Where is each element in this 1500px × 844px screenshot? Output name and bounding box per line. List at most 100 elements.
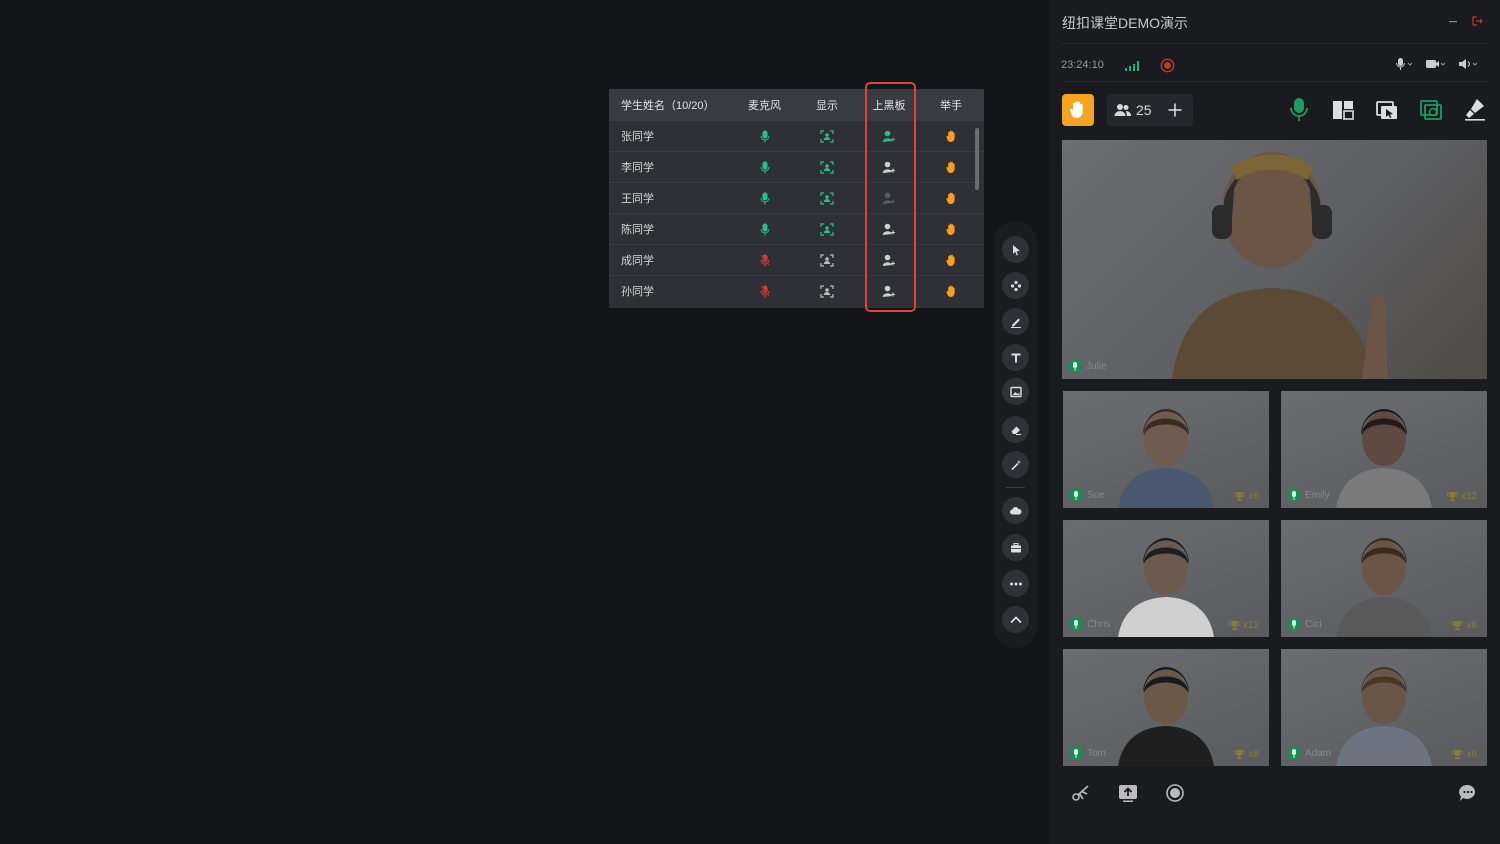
table-scrollbar[interactable] <box>975 128 979 190</box>
student-hand-indicator[interactable] <box>935 285 967 298</box>
student-mic-toggle[interactable] <box>718 130 811 143</box>
toolbox-tool[interactable] <box>1002 534 1029 561</box>
student-board-toggle[interactable] <box>843 192 935 205</box>
exit-button[interactable] <box>1471 15 1483 27</box>
student-display-toggle[interactable] <box>811 222 843 236</box>
trophy-value: x12 <box>1460 491 1477 502</box>
image-tool[interactable] <box>1002 378 1029 405</box>
student-row: 张同学 <box>609 120 984 151</box>
scissors-button[interactable] <box>1071 783 1091 808</box>
layout-icon <box>1333 101 1354 120</box>
trophy-value: x6 <box>1466 749 1477 760</box>
mute-all-button[interactable] <box>1288 97 1310 123</box>
move-tool[interactable] <box>1002 272 1029 299</box>
chat-button[interactable] <box>1458 783 1478 808</box>
student-board-toggle[interactable] <box>843 254 935 267</box>
student-label: Emily <box>1287 488 1329 502</box>
student-board-toggle[interactable] <box>843 285 935 298</box>
minimize-button[interactable] <box>1448 16 1458 26</box>
users-icon <box>1114 104 1132 116</box>
raised-hand-icon <box>945 192 955 204</box>
student-board-toggle[interactable] <box>843 223 935 236</box>
display-on-icon <box>820 191 834 205</box>
trophy-icon <box>1234 492 1246 501</box>
cursor-icon <box>1012 244 1020 255</box>
student-video[interactable]: Sue x6 <box>1063 391 1269 508</box>
student-row: 成同学 <box>609 244 984 275</box>
raise-hand-button[interactable] <box>1062 94 1094 126</box>
screen-control-button[interactable] <box>1375 98 1399 122</box>
layout-button[interactable] <box>1331 98 1355 122</box>
display-on-icon <box>820 160 834 174</box>
teacher-video[interactable]: Julie <box>1062 140 1487 379</box>
trophy-icon <box>1228 621 1240 630</box>
student-hand-indicator[interactable] <box>935 254 967 267</box>
screen-share-icon <box>1420 100 1442 120</box>
plus-icon[interactable] <box>1168 103 1182 117</box>
student-row: 陈同学 <box>609 213 984 244</box>
chat-icon <box>1459 784 1476 801</box>
mic-settings-button[interactable] <box>1395 57 1415 71</box>
mic-on-icon <box>1069 617 1083 631</box>
student-hand-indicator[interactable] <box>935 161 967 174</box>
student-mic-toggle[interactable] <box>718 223 811 236</box>
student-mic-toggle[interactable] <box>718 161 811 174</box>
collapse-icon <box>1009 615 1022 623</box>
student-video[interactable]: Tom x8 <box>1063 649 1269 766</box>
student-mic-toggle[interactable] <box>718 192 811 205</box>
eraser-tool[interactable] <box>1002 416 1029 443</box>
student-table-header: 学生姓名（10/20） 麦克风 显示 上黑板 举手 <box>609 89 984 120</box>
student-board-toggle[interactable] <box>843 130 935 143</box>
student-display-toggle[interactable] <box>811 160 843 174</box>
board-user-icon <box>882 130 895 142</box>
student-video[interactable]: Chris x12 <box>1063 520 1269 637</box>
more-tool[interactable] <box>1002 570 1029 597</box>
camera-settings-button[interactable] <box>1425 57 1447 71</box>
mic-off-icon <box>759 285 770 297</box>
upload-button[interactable] <box>1118 783 1138 808</box>
record-indicator[interactable] <box>1160 58 1175 73</box>
participants-button[interactable]: 25 <box>1107 94 1193 126</box>
header-name: 学生姓名（10/20） <box>621 99 715 112</box>
student-display-toggle[interactable] <box>811 284 843 298</box>
student-hand-indicator[interactable] <box>935 223 967 236</box>
student-mic-toggle[interactable] <box>718 285 811 298</box>
student-display-toggle[interactable] <box>811 191 843 205</box>
mic-on-icon <box>1287 617 1301 631</box>
move-icon <box>1010 280 1021 291</box>
record-circle-icon <box>1166 784 1184 802</box>
board-user-icon <box>882 161 895 173</box>
student-video-name: Tom <box>1087 747 1106 759</box>
speaker-settings-button[interactable] <box>1458 57 1480 71</box>
screen-share-button[interactable] <box>1419 98 1443 122</box>
student-video[interactable]: Emily x12 <box>1281 391 1487 508</box>
header-hand: 举手 <box>940 99 962 112</box>
whiteboard-toolbar <box>994 221 1037 648</box>
student-label: Tom <box>1069 746 1106 760</box>
student-display-toggle[interactable] <box>811 253 843 267</box>
record-button[interactable] <box>1165 783 1185 808</box>
clear-board-button[interactable] <box>1463 97 1487 121</box>
pen-tool[interactable] <box>1002 308 1029 335</box>
trophy-icon <box>1452 750 1464 759</box>
cloud-tool[interactable] <box>1002 497 1029 524</box>
student-video[interactable]: Cici x8 <box>1281 520 1487 637</box>
cursor-tool[interactable] <box>1002 236 1029 263</box>
student-display-toggle[interactable] <box>811 129 843 143</box>
student-mic-toggle[interactable] <box>718 254 811 267</box>
student-label: Adam <box>1287 746 1331 760</box>
trophy-icon <box>1452 621 1464 630</box>
image-icon <box>1009 386 1022 397</box>
trophy-count: x6 <box>1234 491 1259 502</box>
student-hand-indicator[interactable] <box>935 130 967 143</box>
display-off-icon <box>820 253 834 267</box>
collapse-tool[interactable] <box>1002 606 1029 633</box>
magic-tool[interactable] <box>1002 451 1029 478</box>
student-video[interactable]: Adam x6 <box>1281 649 1487 766</box>
raised-hand-icon <box>945 285 955 297</box>
text-tool[interactable] <box>1002 344 1029 371</box>
student-board-toggle[interactable] <box>843 161 935 174</box>
class-timer: 23:24:10 <box>1061 59 1104 71</box>
student-table-body: 张同学 李同学 王同学 陈同学 成同学 孙同学 <box>609 120 984 306</box>
student-hand-indicator[interactable] <box>935 192 967 205</box>
